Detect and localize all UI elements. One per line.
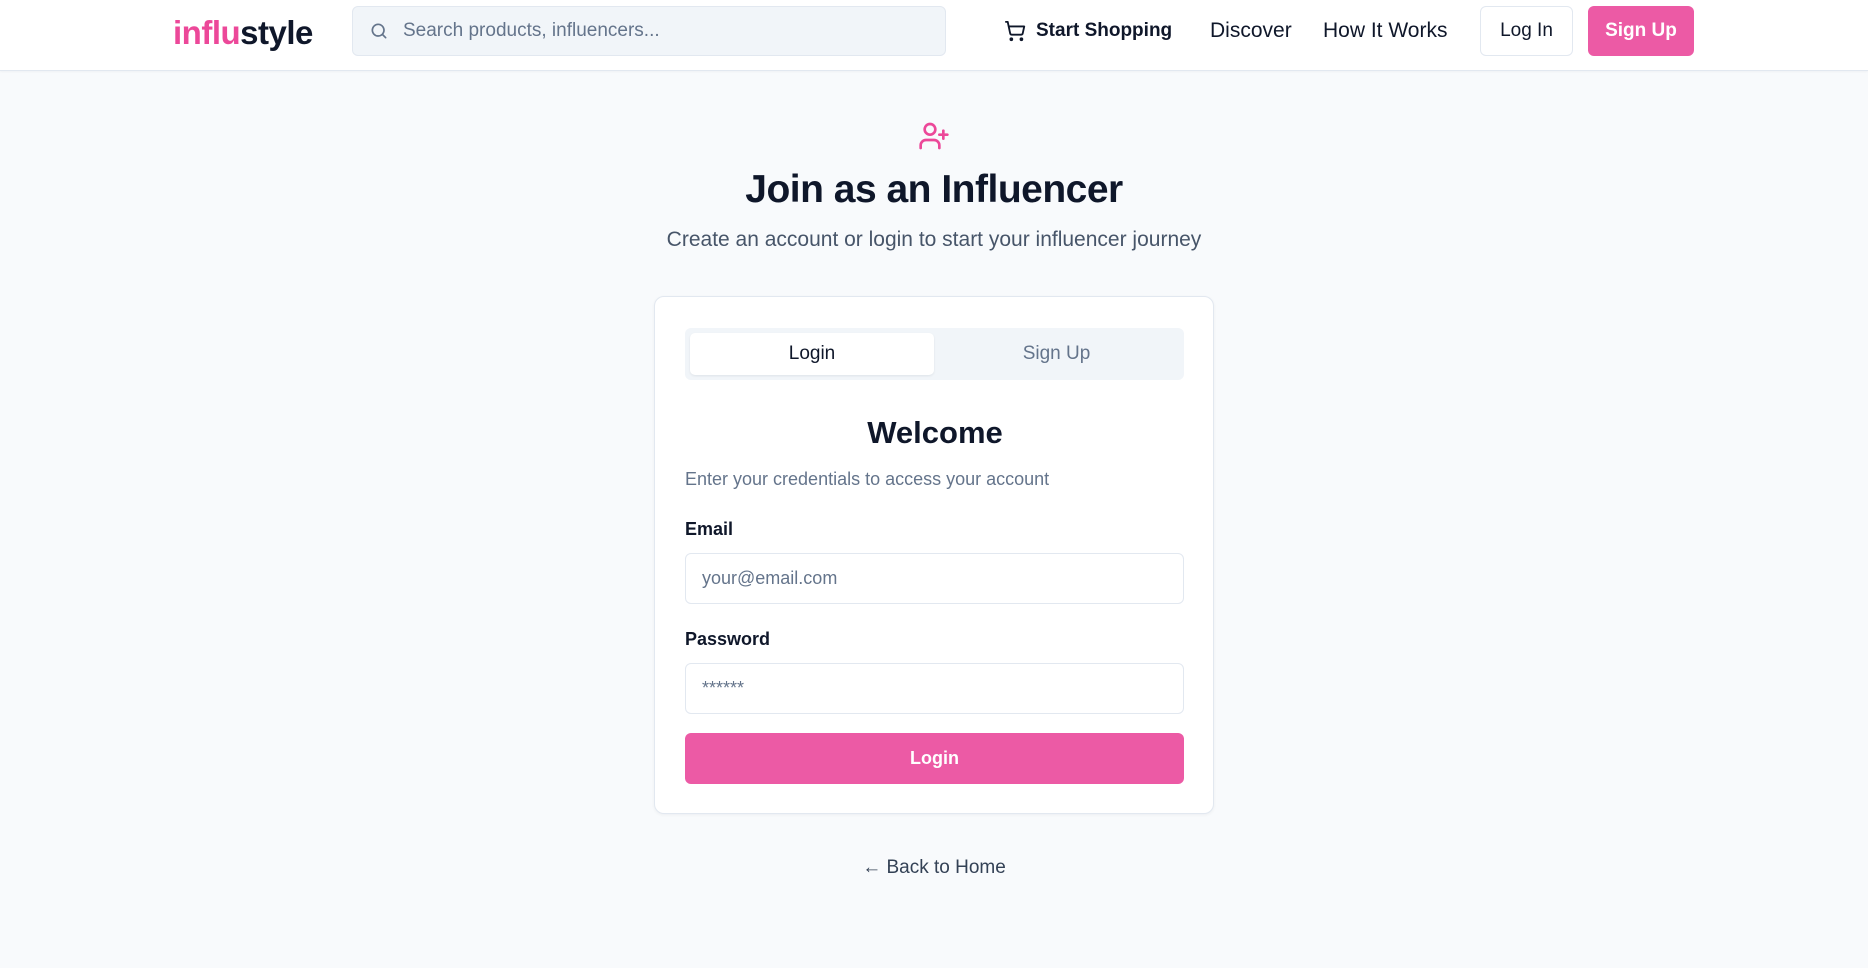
user-plus-icon [918, 120, 950, 152]
welcome-heading: Welcome [867, 415, 1003, 450]
logo-part-style: style [240, 14, 313, 51]
logo[interactable]: influstyle [173, 13, 313, 53]
top-navigation-bar: influstyle Start Shopping Discover How I… [0, 0, 1868, 71]
header-login-button[interactable]: Log In [1480, 6, 1573, 56]
tab-login[interactable]: Login [690, 333, 934, 375]
back-to-home-link[interactable]: ← Back to Home [862, 857, 1006, 878]
password-field[interactable] [685, 663, 1184, 714]
logo-part-influ: influ [173, 14, 241, 51]
search-icon [369, 21, 389, 41]
login-description: Enter your credentials to access your ac… [685, 469, 1050, 489]
search-bar[interactable] [352, 6, 946, 56]
email-label: Email [685, 519, 734, 539]
email-field[interactable] [685, 553, 1184, 604]
search-input[interactable] [403, 20, 923, 42]
login-submit-button[interactable]: Login [685, 733, 1184, 784]
back-to-home-row: ← Back to Home [0, 857, 1868, 879]
page-title: Join as an Influencer [745, 168, 1123, 211]
nav-how-it-works[interactable]: How It Works [1323, 13, 1447, 49]
start-shopping-link[interactable]: Start Shopping [1004, 13, 1172, 49]
header-signup-button[interactable]: Sign Up [1588, 6, 1694, 56]
auth-tabs: Login Sign Up [685, 328, 1184, 380]
shopping-cart-icon [1004, 20, 1026, 42]
page-subtitle: Create an account or login to start your… [666, 228, 1202, 251]
password-label: Password [685, 629, 771, 649]
start-shopping-label: Start Shopping [1036, 20, 1173, 41]
tab-signup[interactable]: Sign Up [934, 333, 1179, 375]
nav-discover[interactable]: Discover [1210, 13, 1292, 49]
auth-card: Login Sign Up Welcome Enter your credent… [654, 296, 1214, 814]
